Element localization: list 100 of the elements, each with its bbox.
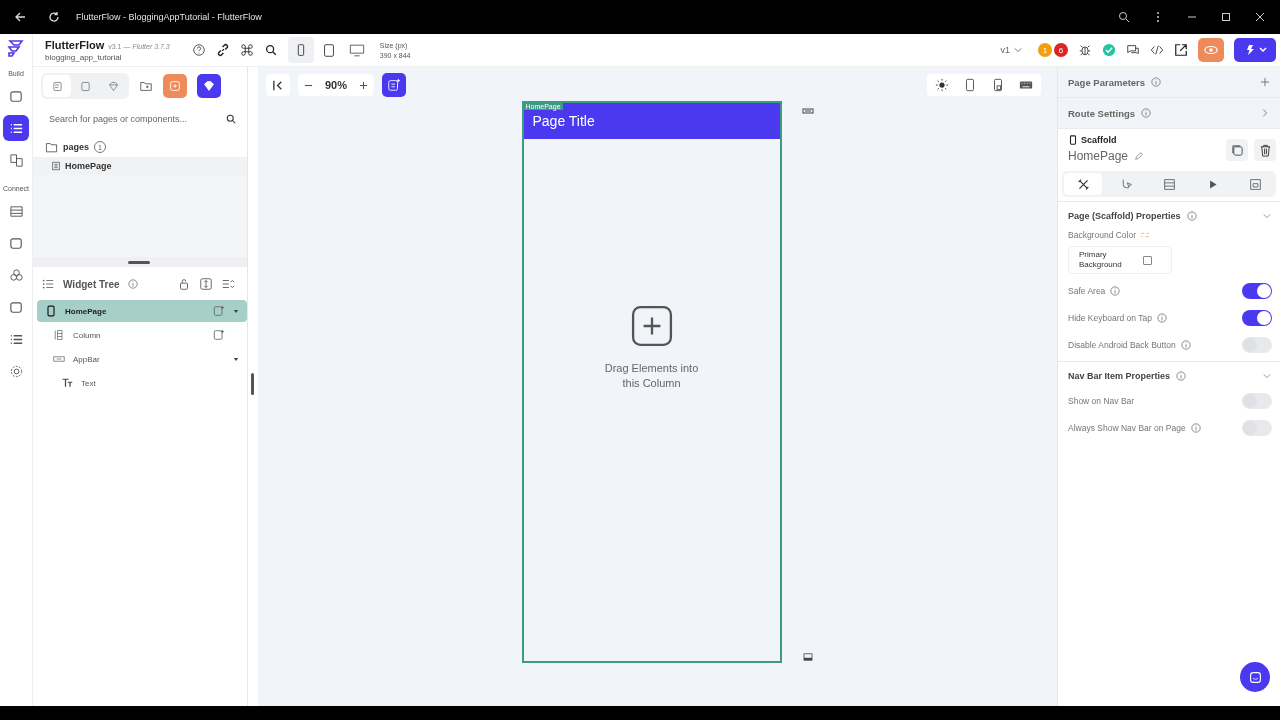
external-link-icon[interactable] bbox=[1174, 43, 1188, 57]
close-icon[interactable] bbox=[1254, 11, 1266, 23]
link-icon[interactable] bbox=[215, 43, 230, 57]
tree-item[interactable]: Column bbox=[37, 324, 247, 346]
gem-button[interactable] bbox=[197, 74, 221, 98]
table-icon bbox=[8, 203, 24, 219]
toggle-switch[interactable] bbox=[1242, 392, 1272, 409]
caret-icon[interactable] bbox=[233, 308, 239, 314]
gem-icon bbox=[202, 79, 216, 93]
design-tab[interactable] bbox=[1064, 173, 1102, 195]
widget-type: Scaffold bbox=[1081, 135, 1117, 145]
widget-tree-title: Widget Tree bbox=[63, 278, 120, 290]
setting-label: Show on Nav Bar bbox=[1068, 395, 1135, 406]
new-folder-icon[interactable] bbox=[139, 79, 153, 93]
background-color-label: Background Color bbox=[1068, 230, 1137, 240]
folder-icon bbox=[45, 141, 58, 153]
section-title: Nav Bar Item Properties bbox=[1068, 371, 1171, 381]
add-icon bbox=[168, 79, 182, 93]
phone-icon[interactable] bbox=[963, 78, 977, 92]
chat-button[interactable] bbox=[1240, 662, 1270, 692]
issue-count-badge[interactable]: 6 bbox=[1054, 43, 1068, 57]
sliders-icon[interactable] bbox=[1140, 230, 1151, 240]
folder-icon bbox=[8, 235, 24, 251]
pages-tab[interactable] bbox=[43, 75, 71, 97]
delete-button[interactable] bbox=[1254, 139, 1276, 161]
pages-icon bbox=[8, 152, 24, 168]
tools-icon bbox=[1076, 177, 1090, 191]
caret-icon[interactable] bbox=[233, 356, 239, 362]
bottom-bar-icon[interactable] bbox=[801, 653, 814, 661]
color-picker[interactable]: Primary Background bbox=[1068, 246, 1172, 274]
code-icon[interactable] bbox=[1150, 43, 1164, 57]
toggle-switch[interactable] bbox=[1242, 419, 1272, 436]
add-widget-icon[interactable] bbox=[213, 305, 225, 317]
lock-icon[interactable] bbox=[177, 277, 191, 291]
collapse-panel-button[interactable] bbox=[266, 74, 290, 96]
page-icon bbox=[51, 161, 61, 171]
add-icon[interactable] bbox=[630, 305, 673, 347]
search-field[interactable]: Search for pages or components... bbox=[47, 113, 225, 125]
zoom-icon[interactable] bbox=[1118, 11, 1130, 23]
chevron-down-icon bbox=[1014, 47, 1022, 53]
plus-icon bbox=[359, 80, 369, 90]
phone-view-button[interactable] bbox=[287, 37, 314, 63]
widget-name: HomePage bbox=[1068, 149, 1129, 163]
help-icon[interactable] bbox=[191, 43, 206, 57]
list-icon bbox=[41, 277, 55, 291]
app-bar-icon bbox=[53, 353, 65, 365]
zoom-in-button[interactable] bbox=[359, 80, 369, 90]
logo-icon bbox=[6, 38, 26, 58]
copy-icon bbox=[1230, 143, 1244, 157]
toggle-switch[interactable] bbox=[1242, 309, 1272, 326]
page-item[interactable]: HomePage bbox=[33, 157, 247, 175]
setting-label: Safe Area bbox=[1068, 285, 1106, 296]
tree-item[interactable]: Text bbox=[37, 372, 247, 394]
command-icon[interactable] bbox=[239, 43, 254, 57]
tree-item[interactable]: AppBar bbox=[37, 348, 247, 370]
app-bar-title: Page Title bbox=[532, 113, 596, 129]
copy-button[interactable] bbox=[1226, 139, 1248, 161]
phone-icon bbox=[45, 305, 57, 317]
route-settings-title[interactable]: Route Settings bbox=[1068, 107, 1136, 119]
reload-icon[interactable] bbox=[48, 11, 60, 23]
window-title: FlutterFlow - BloggingAppTutorial - FlutterFlow bbox=[76, 12, 262, 22]
setting-label: Disable Android Back Button bbox=[1068, 339, 1176, 350]
toggle-switch[interactable] bbox=[1242, 282, 1272, 299]
tree-item[interactable]: HomePage bbox=[37, 300, 247, 322]
zoom-level: 90% bbox=[325, 79, 348, 91]
app-bar-icon[interactable] bbox=[801, 107, 814, 115]
add-widget-icon bbox=[387, 78, 402, 92]
add-widget-button[interactable] bbox=[382, 73, 407, 97]
check-icon[interactable] bbox=[1102, 43, 1116, 57]
section-title: Page (Scaffold) Properties bbox=[1068, 211, 1181, 221]
table-icon bbox=[1162, 177, 1176, 191]
search-icon[interactable] bbox=[263, 43, 278, 57]
desktop-icon bbox=[348, 42, 365, 58]
gem-icon bbox=[106, 79, 120, 93]
toggle-switch[interactable] bbox=[1242, 336, 1272, 353]
setting-label: Hide Keyboard on Tap bbox=[1068, 312, 1152, 323]
chat-icon bbox=[1248, 670, 1262, 684]
drop-hint: Drag Elements into this Column bbox=[603, 361, 700, 391]
eye-icon bbox=[1204, 45, 1218, 55]
chat-icon[interactable] bbox=[1126, 43, 1140, 57]
expand-icon[interactable] bbox=[199, 277, 213, 291]
add-widget-icon bbox=[8, 88, 24, 104]
phone-keyboard-icon[interactable] bbox=[991, 78, 1005, 92]
circles-icon bbox=[8, 267, 24, 283]
add-widget-icon[interactable] bbox=[213, 329, 225, 341]
resize-handle[interactable] bbox=[128, 260, 150, 264]
page-icon bbox=[78, 79, 92, 93]
collapse-all-icon[interactable] bbox=[221, 277, 235, 291]
preview-button[interactable] bbox=[1198, 38, 1224, 62]
bug-icon[interactable] bbox=[1078, 43, 1092, 57]
folder-label[interactable]: pages bbox=[63, 142, 89, 152]
sun-icon[interactable] bbox=[935, 78, 949, 92]
tree-nav-button[interactable] bbox=[3, 115, 29, 141]
trash-icon bbox=[1258, 143, 1272, 157]
phone-icon bbox=[1068, 135, 1078, 145]
run-button[interactable] bbox=[1234, 38, 1276, 62]
back-icon[interactable] bbox=[14, 11, 26, 23]
scrollbar[interactable] bbox=[251, 373, 254, 395]
maximize-icon[interactable] bbox=[1220, 11, 1232, 23]
search-icon[interactable] bbox=[225, 113, 237, 125]
